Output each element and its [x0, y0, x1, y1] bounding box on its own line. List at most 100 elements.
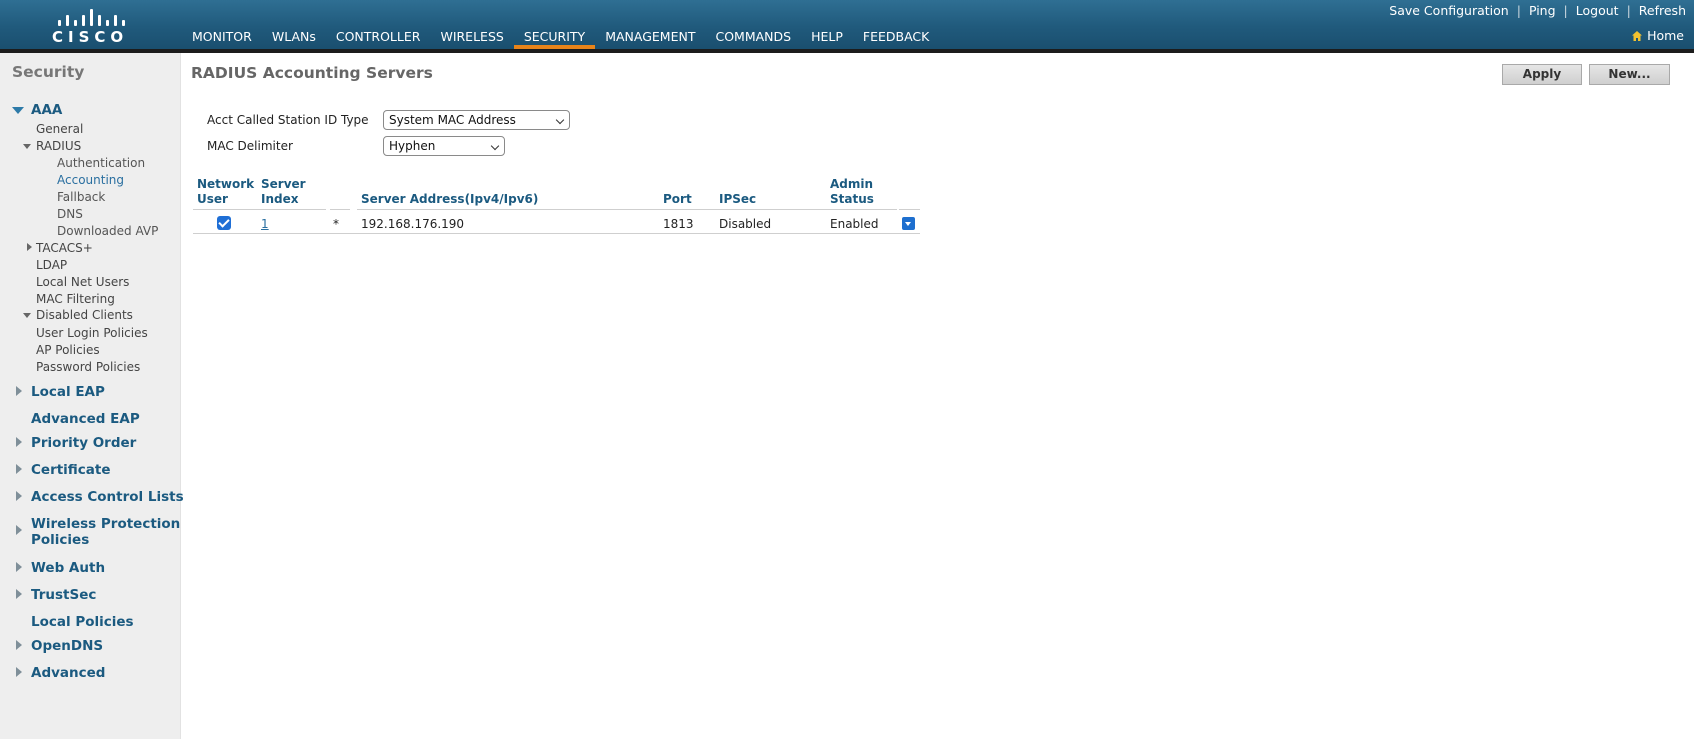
new-button[interactable]: New...: [1589, 64, 1670, 85]
sidebar-item-radius[interactable]: RADIUS: [36, 139, 81, 153]
sidebar-item-authentication[interactable]: Authentication: [57, 156, 145, 170]
nav-controller[interactable]: CONTROLLER: [326, 28, 431, 49]
sidebar-item-wireless-protection-policies[interactable]: Policies: [31, 532, 89, 548]
nav-wlans[interactable]: WLANs: [262, 28, 326, 49]
nav-security-label: SECURITY: [523, 29, 586, 44]
expand-arrow-icon[interactable]: [16, 667, 22, 677]
mac-delimiter-select[interactable]: Hyphen: [383, 136, 505, 156]
col-server-index-line2: Index: [261, 192, 299, 206]
acct-called-station-select[interactable]: System MAC Address: [383, 110, 570, 130]
sidebar-item-ldap[interactable]: LDAP: [36, 258, 67, 272]
sidebar-item-fallback[interactable]: Fallback: [57, 190, 105, 204]
sidebar-item-web-auth[interactable]: Web Auth: [31, 560, 105, 576]
sidebar-item-password-policies[interactable]: Password Policies: [36, 360, 140, 374]
sidebar-item-aaa[interactable]: AAA: [31, 102, 62, 118]
server-address-value: 192.168.176.190: [361, 217, 465, 231]
sidebar-item-dns[interactable]: DNS: [57, 207, 83, 221]
col-ipsec: IPSec: [719, 192, 757, 206]
cisco-logo: CISCO: [52, 6, 128, 46]
sidebar-item-advanced[interactable]: Advanced: [31, 665, 105, 681]
col-network-user-line1: Network: [197, 177, 255, 191]
col-network-user: Network User: [197, 177, 254, 207]
sidebar-item-downloaded-avp[interactable]: Downloaded AVP: [57, 224, 158, 238]
sidebar-item-wireless-protection[interactable]: Wireless Protection: [31, 516, 180, 532]
sidebar-item-mac-filtering[interactable]: MAC Filtering: [36, 292, 115, 306]
mac-delimiter-value: Hyphen: [389, 139, 436, 153]
row-actions-dropdown-icon[interactable]: [902, 217, 915, 230]
chevron-down-icon: [490, 141, 500, 151]
admin-status-value: Enabled: [830, 217, 879, 231]
ping-link[interactable]: Ping: [1529, 3, 1556, 18]
sidebar-item-trustsec[interactable]: TrustSec: [31, 587, 96, 603]
acct-called-station-label: Acct Called Station ID Type: [207, 113, 369, 127]
sidebar-item-local-eap[interactable]: Local EAP: [31, 384, 105, 400]
sidebar-item-local-policies[interactable]: Local Policies: [31, 614, 134, 630]
nav-feedback[interactable]: FEEDBACK: [853, 28, 939, 49]
acct-called-station-value: System MAC Address: [389, 113, 516, 127]
collapse-arrow-icon[interactable]: [23, 313, 31, 318]
nav-help[interactable]: HELP: [801, 28, 853, 49]
sidebar-item-general[interactable]: General: [36, 122, 83, 136]
top-header-bar: CISCO MONITOR WLANs CONTROLLER WIRELESS …: [0, 0, 1694, 49]
network-user-checkbox[interactable]: [217, 216, 231, 230]
nav-management-label: MANAGEMENT: [605, 29, 696, 44]
port-value: 1813: [663, 217, 694, 231]
nav-help-label: HELP: [811, 29, 843, 44]
sidebar-item-ap-policies[interactable]: AP Policies: [36, 343, 100, 357]
col-admin-status-line2: Status: [830, 192, 874, 206]
nav-commands-label: COMMANDS: [715, 29, 792, 44]
expand-arrow-icon[interactable]: [16, 562, 22, 572]
sidebar-item-advanced-eap[interactable]: Advanced EAP: [31, 411, 140, 427]
col-port: Port: [663, 192, 692, 206]
apply-button[interactable]: Apply: [1502, 64, 1582, 85]
expand-arrow-icon[interactable]: [16, 464, 22, 474]
ipsec-value: Disabled: [719, 217, 772, 231]
col-server-index: Server Index: [261, 177, 306, 207]
collapse-arrow-icon[interactable]: [23, 144, 31, 149]
nav-monitor[interactable]: MONITOR: [182, 28, 262, 49]
sidebar-item-opendns[interactable]: OpenDNS: [31, 638, 103, 654]
nav-wireless[interactable]: WIRELESS: [430, 28, 513, 49]
expand-arrow-icon[interactable]: [16, 491, 22, 501]
home-link[interactable]: Home: [1631, 28, 1684, 43]
collapse-arrow-icon[interactable]: [12, 107, 24, 114]
nav-management[interactable]: MANAGEMENT: [595, 28, 705, 49]
cisco-logo-text: CISCO: [52, 28, 129, 46]
chevron-down-icon: [555, 115, 565, 125]
col-admin-status-line1: Admin: [830, 177, 874, 191]
col-network-user-line2: User: [197, 192, 228, 206]
expand-arrow-icon[interactable]: [16, 589, 22, 599]
main-nav: MONITOR WLANs CONTROLLER WIRELESS SECURI…: [182, 28, 939, 49]
logout-link[interactable]: Logout: [1576, 3, 1619, 18]
cisco-logo-bars-icon: [56, 6, 125, 26]
expand-arrow-icon[interactable]: [16, 437, 22, 447]
nav-commands[interactable]: COMMANDS: [705, 28, 801, 49]
nav-security[interactable]: SECURITY: [513, 28, 596, 49]
sidebar-item-priority-order[interactable]: Priority Order: [31, 435, 136, 451]
expand-arrow-icon[interactable]: [16, 386, 22, 396]
nav-wireless-label: WIRELESS: [440, 29, 504, 44]
nav-wlans-label: WLANs: [271, 29, 316, 44]
sidebar-item-accounting[interactable]: Accounting: [57, 173, 124, 187]
mac-delimiter-label: MAC Delimiter: [207, 139, 293, 153]
link-separator: |: [1563, 3, 1568, 18]
sidebar-item-certificate[interactable]: Certificate: [31, 462, 111, 478]
sidebar-item-user-login-policies[interactable]: User Login Policies: [36, 326, 148, 340]
sidebar-item-local-net-users[interactable]: Local Net Users: [36, 275, 129, 289]
row-marker: *: [333, 217, 339, 231]
expand-arrow-icon[interactable]: [16, 640, 22, 650]
refresh-link[interactable]: Refresh: [1639, 3, 1686, 18]
col-server-index-line1: Server: [261, 177, 306, 191]
nav-monitor-label: MONITOR: [192, 29, 252, 44]
expand-arrow-icon[interactable]: [16, 525, 22, 535]
sidebar: Security AAA General RADIUS Authenticati…: [0, 53, 184, 739]
home-label: Home: [1647, 28, 1684, 43]
server-index-link[interactable]: 1: [261, 217, 269, 231]
col-server-address: Server Address(Ipv4/Ipv6): [361, 192, 539, 206]
expand-arrow-icon[interactable]: [27, 243, 32, 251]
save-configuration-link[interactable]: Save Configuration: [1389, 3, 1508, 18]
sidebar-item-access-control-lists[interactable]: Access Control Lists: [31, 489, 184, 505]
sidebar-item-tacacs[interactable]: TACACS+: [36, 241, 93, 255]
sidebar-item-disabled-clients[interactable]: Disabled Clients: [36, 308, 133, 322]
sidebar-title: Security: [12, 63, 85, 81]
